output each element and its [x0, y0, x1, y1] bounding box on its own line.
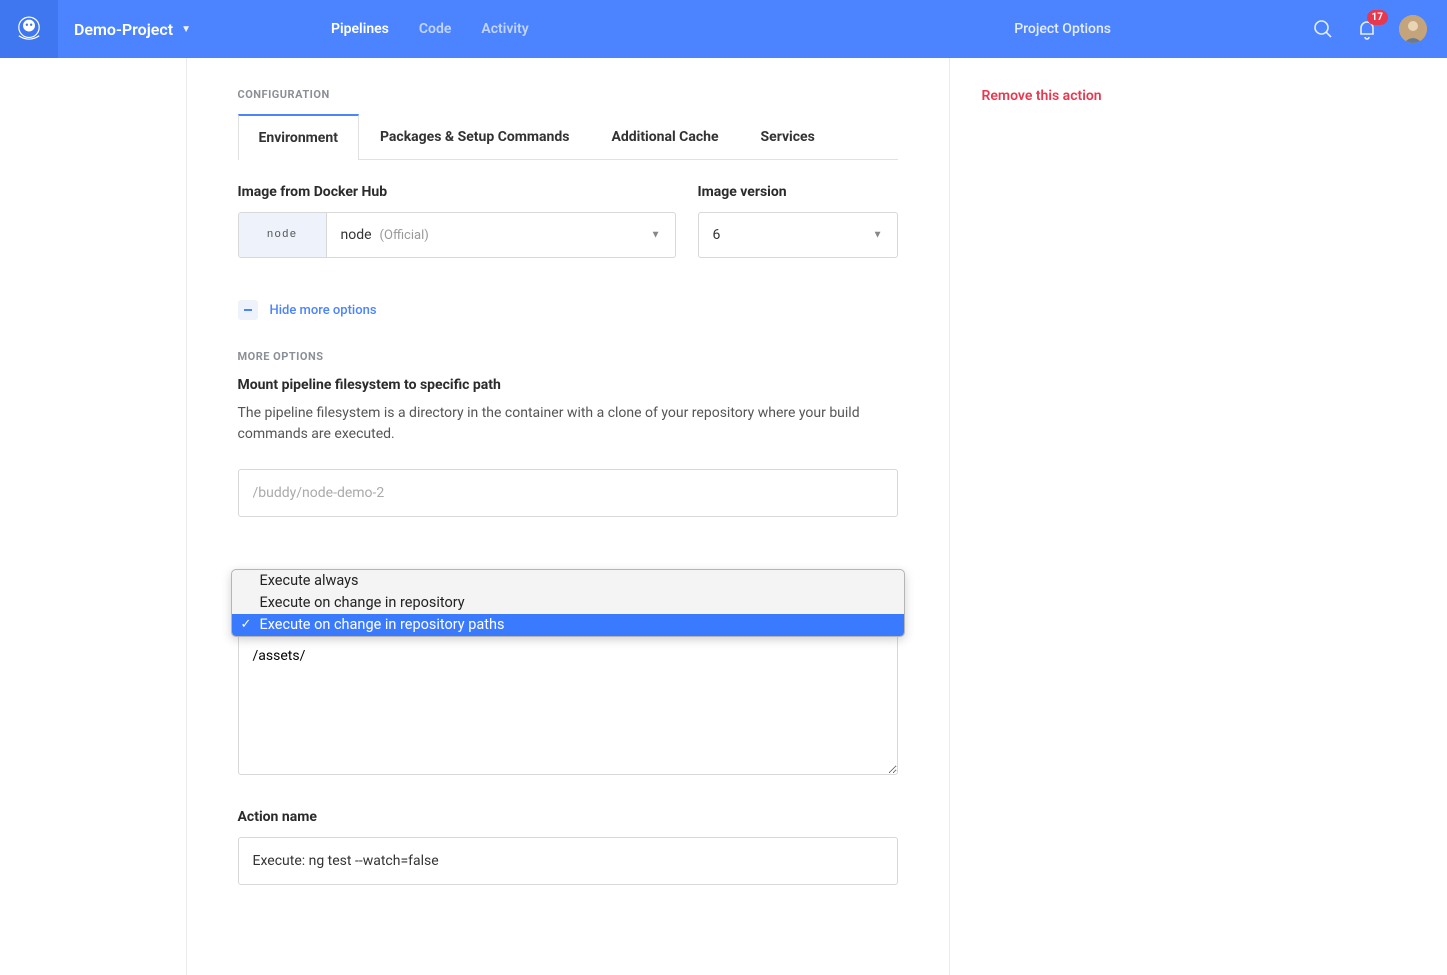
caret-down-icon: ▼	[651, 230, 661, 241]
trigger-option-always[interactable]: Execute always	[232, 570, 904, 592]
search-button[interactable]	[1311, 17, 1335, 41]
image-version-label: Image version	[698, 184, 898, 200]
trigger-condition-field: Execute always Execute on change in repo…	[238, 571, 898, 619]
repository-paths-input[interactable]	[238, 635, 898, 775]
notification-badge: 17	[1367, 10, 1388, 25]
hide-more-options-row: Hide more options	[238, 300, 898, 320]
tab-environment[interactable]: Environment	[238, 114, 359, 160]
logo[interactable]	[0, 0, 58, 58]
action-name-input[interactable]	[238, 837, 898, 885]
config-tabs: Environment Packages & Setup Commands Ad…	[238, 113, 898, 160]
app-header: Demo-Project ▼ Pipelines Code Activity P…	[0, 0, 1447, 58]
node-logo-text: node	[267, 229, 297, 241]
configuration-label: CONFIGURATION	[238, 88, 898, 101]
search-icon	[1311, 17, 1335, 41]
remove-action-link[interactable]: Remove this action	[982, 88, 1262, 104]
project-name: Demo-Project	[74, 20, 173, 39]
buddy-logo-icon	[12, 12, 46, 46]
docker-image-official: (Official)	[380, 228, 429, 243]
project-selector[interactable]: Demo-Project ▼	[74, 20, 191, 39]
docker-image-label: Image from Docker Hub	[238, 184, 676, 200]
mount-path-input[interactable]	[238, 469, 898, 517]
mount-description: The pipeline filesystem is a directory i…	[238, 403, 898, 445]
hide-more-options-link[interactable]: Hide more options	[270, 303, 377, 318]
tab-services[interactable]: Services	[740, 114, 836, 160]
docker-image-name: node	[341, 227, 372, 243]
nav-right: Project Options 17	[1014, 15, 1447, 43]
docker-image-logo: node	[239, 213, 327, 257]
nav-pipelines[interactable]: Pipelines	[331, 21, 389, 37]
main-panel: CONFIGURATION Environment Packages & Set…	[186, 58, 950, 975]
mount-heading: Mount pipeline filesystem to specific pa…	[238, 377, 898, 393]
tab-packages[interactable]: Packages & Setup Commands	[359, 114, 590, 160]
nav-activity[interactable]: Activity	[481, 21, 528, 37]
image-version-field: Image version 6 ▼	[698, 184, 898, 258]
notifications-button[interactable]: 17	[1355, 17, 1379, 41]
docker-image-field: Image from Docker Hub node node (Officia…	[238, 184, 676, 258]
user-avatar[interactable]	[1399, 15, 1427, 43]
side-panel: Remove this action	[950, 58, 1262, 975]
docker-image-select[interactable]: node node (Official) ▼	[238, 212, 676, 258]
collapse-button[interactable]	[238, 300, 258, 320]
action-name-label: Action name	[238, 809, 898, 825]
trigger-condition-dropdown: Execute always Execute on change in repo…	[231, 569, 905, 637]
trigger-option-on-paths[interactable]: Execute on change in repository paths	[232, 614, 904, 636]
tab-cache[interactable]: Additional Cache	[590, 114, 739, 160]
minus-icon	[242, 304, 254, 316]
image-version-select[interactable]: 6 ▼	[698, 212, 898, 258]
trigger-option-on-change[interactable]: Execute on change in repository	[232, 592, 904, 614]
project-options-link[interactable]: Project Options	[1014, 21, 1111, 37]
more-options-label: MORE OPTIONS	[238, 350, 898, 363]
chevron-down-icon: ▼	[181, 24, 191, 35]
caret-down-icon: ▼	[873, 230, 883, 241]
avatar-icon	[1399, 15, 1427, 43]
nav-code[interactable]: Code	[419, 21, 452, 37]
nav-tabs: Pipelines Code Activity	[331, 21, 529, 37]
image-version-value: 6	[713, 227, 721, 243]
